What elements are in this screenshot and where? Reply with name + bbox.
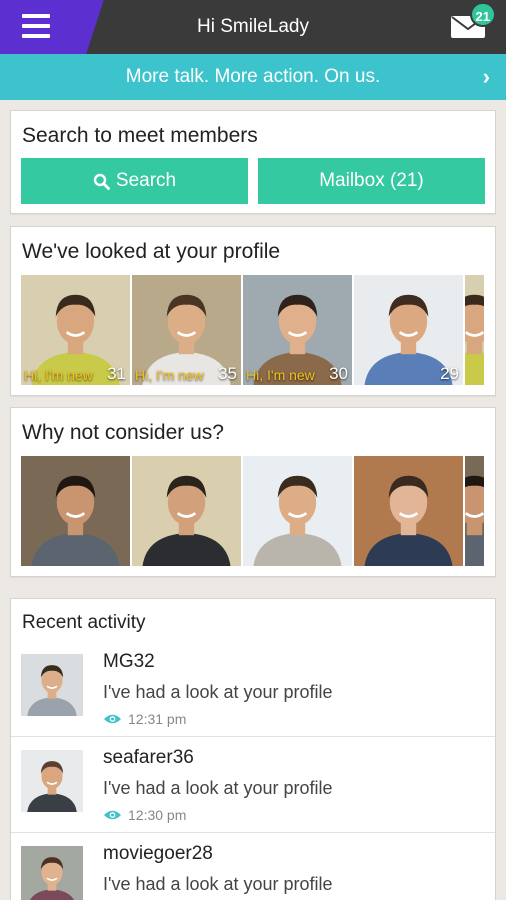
- recent-activity-card: Recent activity MG32 I've had a look at y…: [10, 598, 496, 900]
- eye-icon: [103, 714, 122, 724]
- member-photo-image: [354, 456, 463, 566]
- activity-item[interactable]: seafarer36 I've had a look at your profil…: [11, 737, 495, 833]
- looked-photo[interactable]: 29: [354, 275, 463, 385]
- looked-photo[interactable]: Hi, I'm new 31: [21, 275, 130, 385]
- search-button-row: Search Mailbox (21): [21, 158, 485, 204]
- member-photo-image: [132, 456, 241, 566]
- greeting-title: Hi SmileLady: [197, 16, 309, 37]
- promo-banner[interactable]: More talk. More action. On us. ›: [0, 54, 506, 100]
- activity-list: MG32 I've had a look at your profile 12:31…: [11, 641, 495, 900]
- promo-text: More talk. More action. On us.: [125, 66, 381, 87]
- avatar[interactable]: [21, 750, 83, 812]
- activity-item[interactable]: MG32 I've had a look at your profile 12:31…: [11, 641, 495, 737]
- member-photo-image: [21, 456, 130, 566]
- activity-username[interactable]: seafarer36: [103, 747, 194, 769]
- activity-message: I've had a look at your profile: [103, 874, 333, 894]
- looked-card-title: We've looked at your profile: [22, 240, 281, 263]
- activity-username[interactable]: moviegoer28: [103, 843, 213, 865]
- magnifier-icon: [93, 173, 110, 190]
- consider-photo[interactable]: [132, 456, 241, 566]
- consider-photo[interactable]: [243, 456, 352, 566]
- consider-us-card: Why not consider us?: [10, 407, 496, 577]
- member-age: 31: [107, 364, 126, 383]
- looked-at-profile-card: We've looked at your profile Hi, I'm new…: [10, 226, 496, 396]
- consider-photo-partial[interactable]: [465, 456, 484, 566]
- activity-card-title: Recent activity: [22, 612, 146, 633]
- avatar[interactable]: [21, 654, 83, 716]
- mailbox-button-label: Mailbox (21): [319, 170, 424, 191]
- member-age: 29: [440, 364, 459, 383]
- consider-photo-strip[interactable]: [21, 456, 487, 566]
- new-member-tag: Hi, I'm new: [246, 367, 315, 383]
- activity-timestamp: 12:31 pm: [103, 711, 186, 727]
- new-member-tag: Hi, I'm new: [135, 367, 204, 383]
- activity-message: I've had a look at your profile: [103, 778, 333, 798]
- activity-timestamp: 12:30 pm: [103, 807, 186, 823]
- member-photo-image: [243, 456, 352, 566]
- search-card-title: Search to meet members: [22, 124, 258, 147]
- mailbox-button[interactable]: Mailbox (21): [258, 158, 485, 204]
- consider-photo[interactable]: [21, 456, 130, 566]
- top-bar: Hi SmileLady 21: [0, 0, 506, 54]
- search-button[interactable]: Search: [21, 158, 248, 204]
- chevron-right-icon: ›: [482, 64, 490, 89]
- search-button-label: Search: [115, 170, 177, 191]
- mail-count-badge: 21: [469, 2, 496, 27]
- looked-photo[interactable]: Hi, I'm new 30: [243, 275, 352, 385]
- looked-photo-strip[interactable]: Hi, I'm new 31 Hi, I'm new 35 Hi, I'm new 30 2…: [21, 275, 487, 385]
- member-age: 30: [329, 364, 348, 383]
- consider-photo[interactable]: [354, 456, 463, 566]
- activity-item[interactable]: moviegoer28 I've had a look at your profi…: [11, 833, 495, 900]
- avatar[interactable]: [21, 846, 83, 900]
- activity-username[interactable]: MG32: [103, 651, 155, 673]
- looked-photo-partial[interactable]: [465, 275, 484, 385]
- eye-icon: [103, 810, 122, 820]
- looked-photo[interactable]: Hi, I'm new 35: [132, 275, 241, 385]
- member-age: 35: [218, 364, 237, 383]
- consider-card-title: Why not consider us?: [22, 421, 224, 444]
- activity-message: I've had a look at your profile: [103, 682, 333, 702]
- new-member-tag: Hi, I'm new: [24, 367, 93, 383]
- search-card: Search to meet members Search Mailbox (2…: [10, 110, 496, 214]
